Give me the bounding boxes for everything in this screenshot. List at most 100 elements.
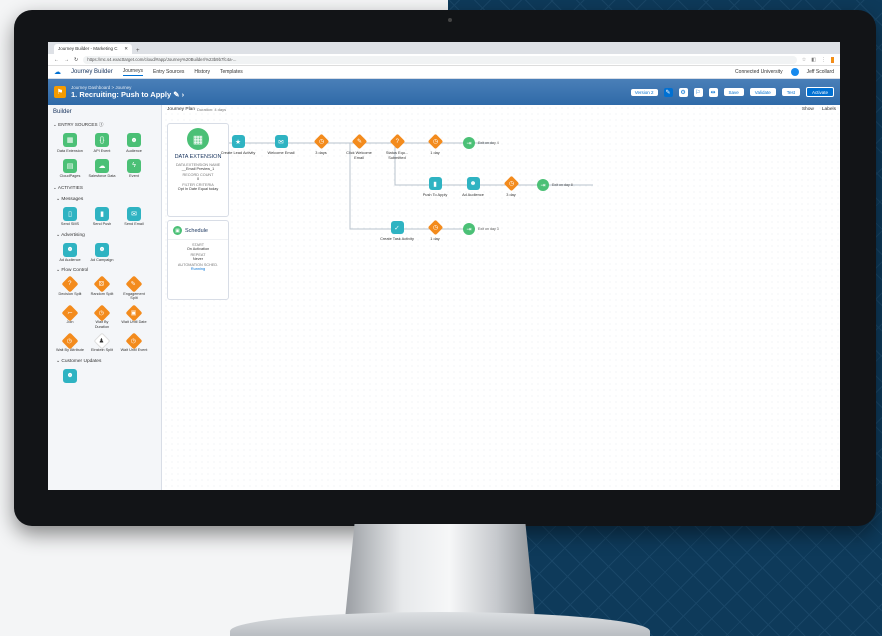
exit-c[interactable]: ⇥ Exit on day 3: [463, 223, 499, 235]
advertising-heading[interactable]: ⌄ Advertising: [48, 230, 161, 241]
activity-random-split[interactable]: ⚄ Random Split: [88, 275, 116, 300]
settings-icon[interactable]: ⚙: [678, 87, 688, 97]
task-icon: ✓: [390, 221, 404, 234]
node-wait-1-day-c[interactable]: ◷ 1 day: [417, 219, 453, 242]
node-click-welcome[interactable]: ✎ Click Welcome Email: [341, 133, 377, 160]
activity-einstein-split[interactable]: ♟ Einstein Split: [88, 332, 116, 353]
forward-icon[interactable]: →: [64, 57, 69, 63]
lightning-icon: ϟ: [127, 158, 141, 173]
app-navigation: ☁ Journey Builder Journeys Entry Sources…: [48, 66, 840, 79]
ad-audience-icon: ☻: [466, 177, 480, 190]
push-icon: ▮: [428, 177, 442, 190]
new-tab-icon[interactable]: +: [136, 48, 140, 54]
activity-send-push[interactable]: ▮ Send Push: [88, 206, 116, 227]
node-welcome-email[interactable]: ✉ Welcome Email: [263, 135, 299, 156]
activity-engagement-split[interactable]: ✎ Engagement Split: [120, 275, 148, 300]
activity-join[interactable]: ⤚ Join: [56, 304, 84, 329]
page-title: 1. Recruiting: Push to Apply: [71, 90, 172, 99]
entry-audience[interactable]: ☻ Audience: [120, 133, 148, 153]
exit-icon: ⇥: [537, 179, 549, 191]
entry-sources-heading[interactable]: ⌄ ENTRY SOURCES ⓘ: [48, 119, 161, 131]
schedule-card[interactable]: ▣ Schedule START On Activation REPEAT Nev…: [167, 220, 229, 300]
customer-updates-heading[interactable]: ⌄ Customer Updates: [48, 356, 161, 367]
journey-header: ⚑ Journey Dashboard > Journey 1. Recruit…: [48, 79, 840, 105]
browser-tab-bar: Journey Builder - Marketing C ✕ +: [48, 42, 840, 54]
event-icon: ◷: [125, 332, 143, 350]
chevron-right-icon[interactable]: ›: [182, 90, 185, 99]
user-menu[interactable]: Jeff Scollard: [807, 69, 834, 75]
fit-icon[interactable]: ⇹: [708, 87, 718, 97]
node-create-task[interactable]: ✓ Create Task Activity: [379, 221, 415, 242]
calendar-icon: ▣: [173, 226, 182, 235]
entry-cloudpages[interactable]: ▤ CloudPages: [56, 158, 84, 179]
activity-wait-until-event[interactable]: ◷ Wait Until Event: [120, 332, 148, 353]
node-push-to-apply[interactable]: ▮ Push To Apply: [417, 177, 453, 198]
activity-wait-by-duration[interactable]: ◷ Wait By Duration: [88, 304, 116, 329]
clock-icon: ◷: [503, 175, 519, 192]
breadcrumb[interactable]: Journey Dashboard > Journey: [71, 85, 184, 90]
calendar-icon: ▣: [125, 304, 143, 322]
entry-data-extension[interactable]: ▦ Data Extension: [56, 133, 84, 153]
join-icon: ⤚: [61, 304, 79, 322]
alert-icon[interactable]: ●: [830, 56, 834, 63]
browser-tab[interactable]: Journey Builder - Marketing C ✕: [54, 44, 132, 54]
activity-send-sms[interactable]: ▯ Send SMS: [56, 206, 84, 227]
activity-update-contact[interactable]: ☻: [56, 368, 84, 383]
reload-icon[interactable]: ↻: [74, 57, 78, 63]
node-wait-3-day-b[interactable]: ◷ 3 day: [493, 175, 529, 198]
validate-button[interactable]: Validate: [749, 88, 776, 96]
exit-a[interactable]: ⇥ Exit on day 4: [463, 137, 499, 149]
messages-heading[interactable]: ⌄ Messages: [48, 194, 161, 205]
star-icon[interactable]: ☆: [802, 57, 806, 63]
activity-wait-by-attribute[interactable]: ◷ Wait By Attribute: [56, 332, 84, 353]
journey-canvas[interactable]: Journey Plan Duration: 4 days Show Label…: [163, 105, 840, 490]
cloud-icon: ☁: [95, 158, 109, 173]
exit-b[interactable]: ⇥ Exit on day 8: [537, 179, 573, 191]
tab-journeys[interactable]: Journeys: [122, 68, 143, 76]
schedule-title: Schedule: [185, 227, 208, 234]
node-decision-split[interactable]: ? Status Equ... Submitted: [379, 133, 415, 160]
clock-icon: ◷: [313, 133, 329, 150]
entry-value: Opt In Date Equal today: [177, 187, 219, 191]
question-icon: ?: [389, 133, 405, 150]
avatar[interactable]: [790, 68, 799, 76]
version-select[interactable]: Version 2: [630, 88, 658, 96]
activity-wait-until-date[interactable]: ▣ Wait Until Date: [120, 304, 148, 329]
activities-heading[interactable]: ⌄ ACTIVITIES: [48, 182, 161, 194]
info-icon: ⓘ: [98, 122, 104, 127]
page-icon: ▤: [63, 158, 77, 173]
extension-icon[interactable]: ◧: [811, 57, 816, 63]
back-icon[interactable]: ←: [54, 57, 59, 63]
flow-control-heading[interactable]: ⌄ Flow Control: [48, 265, 161, 276]
schedule-link[interactable]: Running: [168, 267, 228, 271]
activity-ad-audience[interactable]: ☻ Ad Audience: [56, 242, 84, 263]
activity-send-email[interactable]: ✉ Send Email: [120, 206, 148, 227]
node-ad-audience[interactable]: ☻ Ad Audience: [455, 177, 491, 198]
save-button[interactable]: Save: [723, 88, 744, 96]
tab-templates[interactable]: Templates: [220, 69, 243, 75]
activate-button[interactable]: Activate: [805, 87, 834, 97]
node-wait-1-day-a[interactable]: ◷ 1 day: [417, 133, 453, 156]
push-icon: ▮: [95, 206, 109, 221]
node-create-lead[interactable]: ★ Create Lead Activity: [220, 135, 256, 156]
camera-dot: [448, 18, 452, 22]
test-button[interactable]: Test: [781, 88, 800, 96]
goal-icon[interactable]: ⚐: [693, 87, 703, 97]
menu-icon[interactable]: ⋮: [821, 57, 826, 63]
edit-icon[interactable]: ✎: [173, 90, 179, 99]
activity-decision-split[interactable]: ? Decision Split: [56, 275, 84, 300]
tab-entry-sources[interactable]: Entry Sources: [153, 69, 184, 75]
sms-icon: ▯: [63, 206, 77, 221]
entry-event[interactable]: ϟ Event: [120, 158, 148, 179]
org-switcher[interactable]: Connected University: [735, 69, 783, 75]
table-icon: ▦: [63, 133, 77, 147]
node-wait-3-days[interactable]: ◷ 3 days: [303, 133, 339, 156]
activity-ad-campaign[interactable]: ☻ Ad Campaign: [88, 242, 116, 263]
tab-history[interactable]: History: [194, 69, 210, 75]
entry-salesforce-data[interactable]: ☁ Salesforce Data: [88, 158, 116, 179]
close-icon[interactable]: ✕: [124, 46, 128, 52]
entry-api-event[interactable]: {} API Event: [88, 133, 116, 153]
code-icon: {}: [95, 133, 109, 147]
address-bar[interactable]: https://mc.s4.exacttarget.com/cloud/#app…: [83, 55, 797, 64]
pencil-icon[interactable]: ✎: [663, 87, 673, 97]
